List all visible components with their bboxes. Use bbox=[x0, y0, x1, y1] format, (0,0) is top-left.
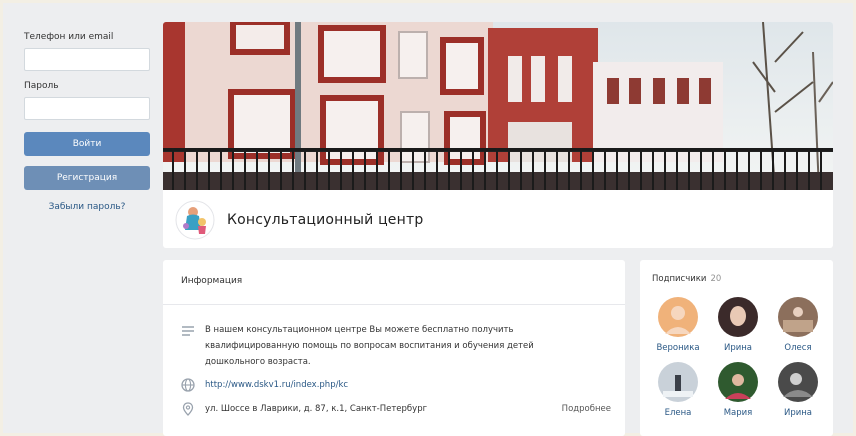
group-avatar[interactable] bbox=[175, 200, 215, 240]
subscribers-header[interactable]: Подписчики 20 bbox=[652, 274, 721, 284]
cover-image bbox=[163, 22, 833, 190]
subscriber-item[interactable]: Олеся bbox=[768, 296, 828, 353]
password-input[interactable] bbox=[24, 97, 150, 120]
address-row: ул. Шоссе в Лаврики, д. 87, к.1, Санкт-П… bbox=[181, 402, 611, 416]
group-name: Консультационный центр bbox=[227, 212, 424, 228]
avatar bbox=[718, 297, 758, 337]
login-button[interactable]: Войти bbox=[24, 132, 150, 156]
avatar bbox=[658, 297, 698, 337]
avatar bbox=[778, 297, 818, 337]
address-text: ул. Шоссе в Лаврики, д. 87, к.1, Санкт-П… bbox=[205, 404, 428, 414]
forgot-password-link[interactable]: Забыли пароль? bbox=[24, 202, 150, 212]
website-row: http://www.dskv1.ru/index.php/kc bbox=[181, 378, 348, 392]
subscriber-name: Ирина bbox=[723, 343, 753, 353]
subscriber-item[interactable]: Елена bbox=[648, 361, 708, 418]
description-row: В нашем консультационном центре Вы может… bbox=[181, 322, 585, 370]
subscriber-item[interactable]: Вероника bbox=[648, 296, 708, 353]
subscribers-title: Подписчики bbox=[652, 274, 707, 284]
group-description: В нашем консультационном центре Вы может… bbox=[205, 325, 534, 367]
subscribers-grid: Вероника Ирина Олеся Елена Мария Ирина bbox=[648, 296, 828, 418]
phone-email-input[interactable] bbox=[24, 48, 150, 71]
group-title-row: Консультационный центр bbox=[175, 200, 423, 240]
text-lines-icon bbox=[182, 326, 194, 336]
password-label: Пароль bbox=[24, 81, 59, 91]
avatar bbox=[778, 362, 818, 402]
login-panel: Телефон или email Пароль Войти Регистрац… bbox=[18, 22, 158, 212]
location-pin-icon bbox=[182, 402, 194, 416]
register-button[interactable]: Регистрация bbox=[24, 166, 150, 190]
subscriber-name: Ирина bbox=[783, 408, 813, 418]
subscribers-block: Подписчики 20 Вероника Ирина Олеся Елена … bbox=[640, 260, 833, 436]
avatar bbox=[718, 362, 758, 402]
group-header: Консультационный центр bbox=[163, 22, 833, 248]
subscribers-count: 20 bbox=[710, 274, 722, 284]
website-link[interactable]: http://www.dskv1.ru/index.php/kc bbox=[205, 380, 348, 390]
subscriber-name: Мария bbox=[723, 408, 753, 418]
info-block: Информация В нашем консультационном цент… bbox=[163, 260, 625, 436]
divider bbox=[163, 304, 625, 305]
more-details-link[interactable]: Подробнее bbox=[562, 404, 611, 414]
avatar bbox=[658, 362, 698, 402]
globe-icon bbox=[181, 378, 195, 392]
subscriber-item[interactable]: Ирина bbox=[708, 296, 768, 353]
info-title: Информация bbox=[181, 276, 243, 286]
subscriber-item[interactable]: Ирина bbox=[768, 361, 828, 418]
subscriber-name: Елена bbox=[664, 408, 692, 418]
subscriber-item[interactable]: Мария bbox=[708, 361, 768, 418]
subscriber-name: Вероника bbox=[656, 343, 700, 353]
phone-label: Телефон или email bbox=[24, 32, 114, 42]
subscriber-name: Олеся bbox=[784, 343, 812, 353]
